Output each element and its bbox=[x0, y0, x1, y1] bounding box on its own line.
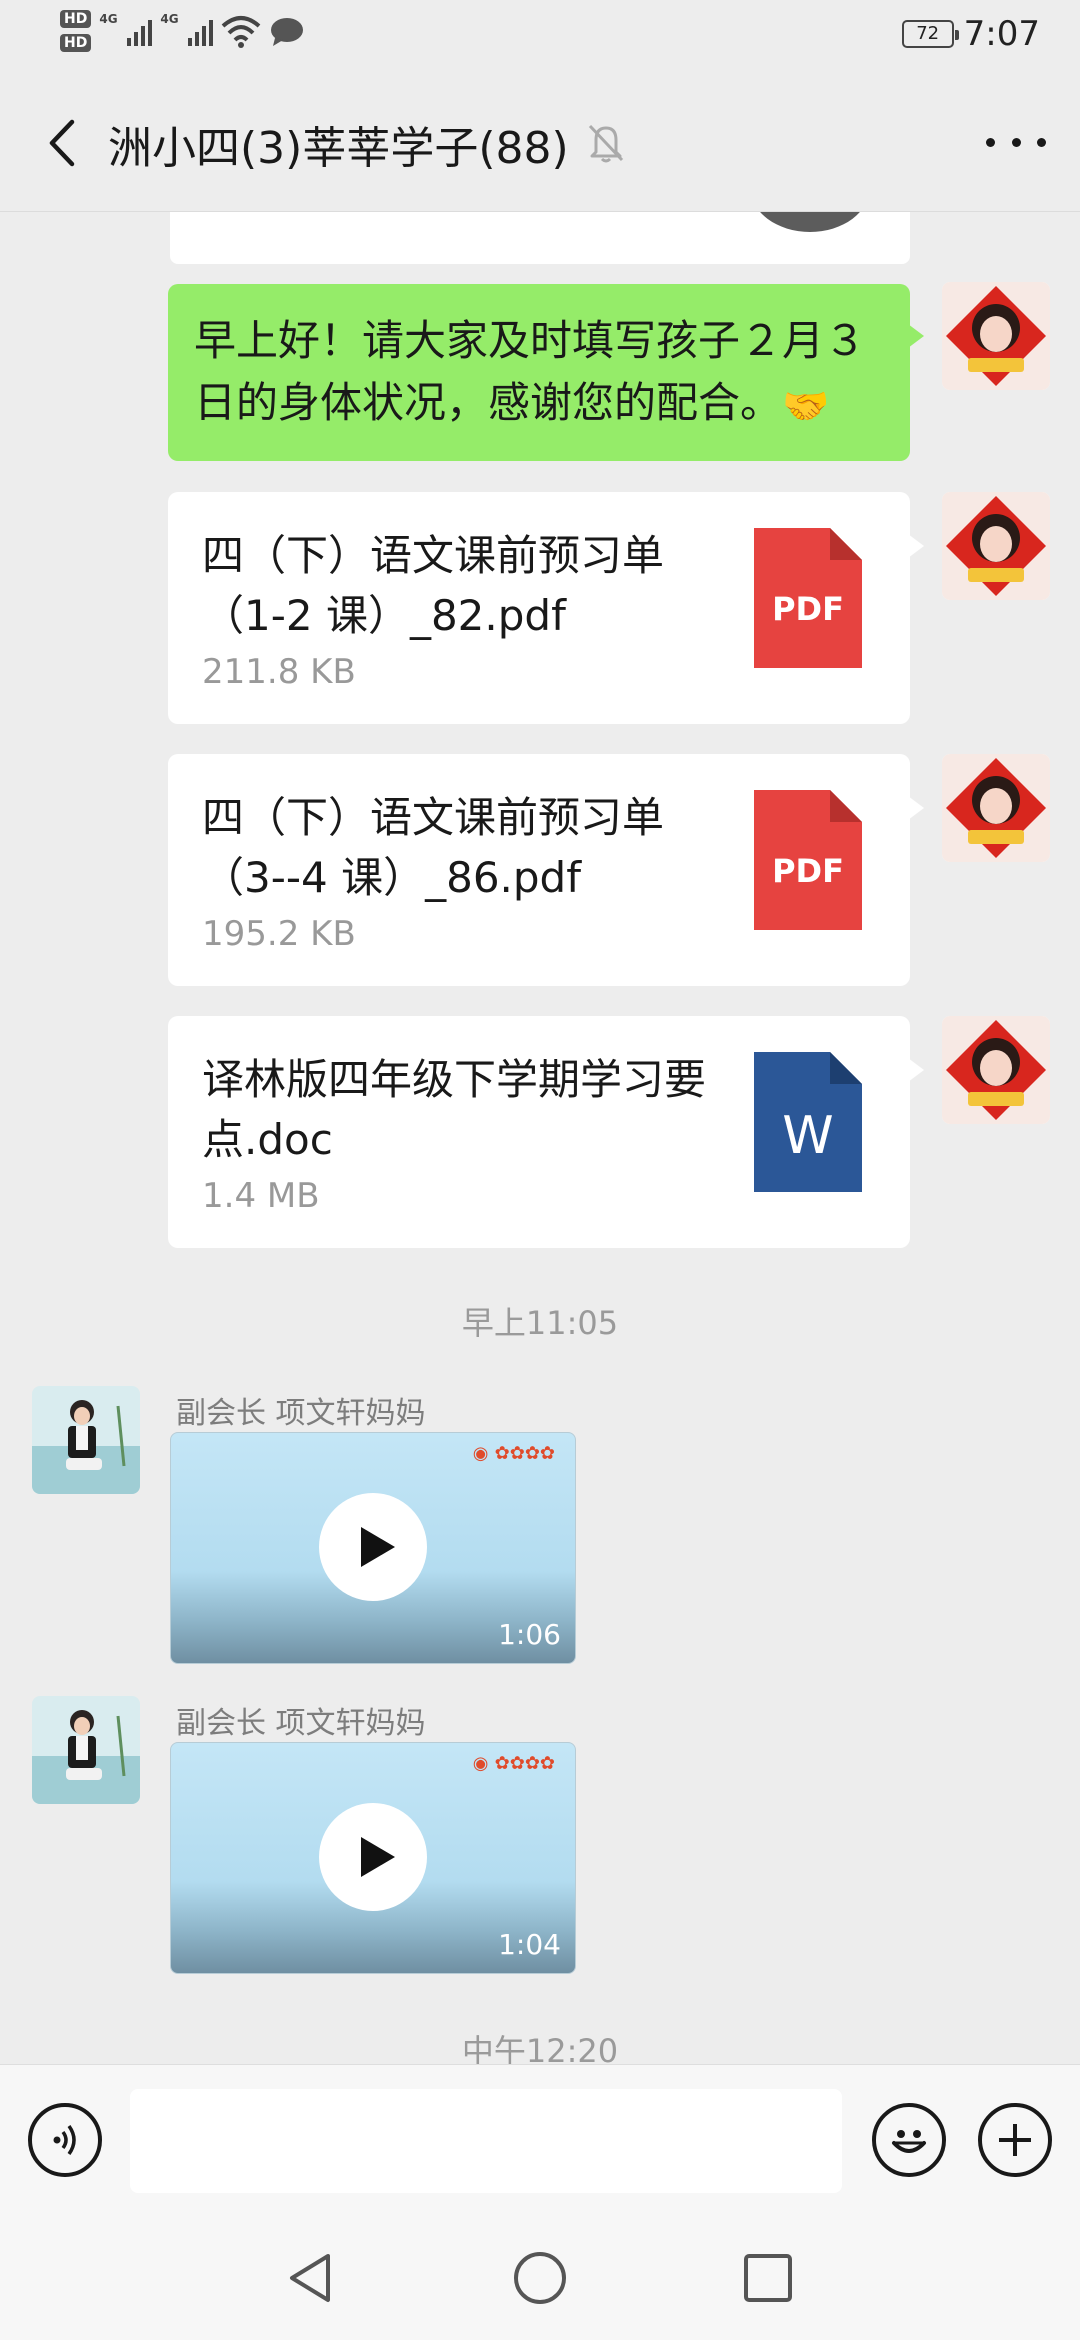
message-text: 早上好！请大家及时填写孩子２月３日的身体状况，感谢您的配合。 bbox=[194, 316, 867, 427]
chat-header: 洲小四(3)莘莘学子(88) bbox=[0, 72, 1080, 212]
avatar-image bbox=[942, 282, 1050, 390]
play-icon[interactable] bbox=[319, 1803, 427, 1911]
video-message[interactable]: ◉ ✿✿✿✿ 1:04 bbox=[170, 1742, 576, 1974]
input-bar bbox=[0, 2064, 1080, 2214]
plus-circle-icon bbox=[999, 2124, 1031, 2156]
chat-notification-icon bbox=[271, 18, 304, 46]
nav-back-icon[interactable] bbox=[280, 2248, 340, 2308]
file-type-label: PDF bbox=[772, 590, 844, 628]
file-type-label: PDF bbox=[772, 852, 844, 890]
handshake-icon: 🤝 bbox=[782, 383, 830, 428]
avatar-image bbox=[942, 492, 1050, 600]
clock: 7:07 bbox=[963, 14, 1040, 54]
partial-message-bubble[interactable] bbox=[170, 212, 910, 264]
emoji-button[interactable] bbox=[872, 2103, 946, 2177]
hd-badge-1: HD bbox=[60, 10, 92, 28]
video-brand-watermark: ◉ ✿✿✿✿ bbox=[472, 1443, 555, 1464]
avatar-image bbox=[942, 754, 1050, 862]
word-file-icon: W bbox=[754, 1052, 862, 1192]
file-name: 四（下）语文课前预习单（3--4 课）_86.pdf bbox=[202, 793, 665, 902]
system-nav-bar bbox=[0, 2214, 1080, 2340]
chat-title: 洲小四(3)莘莘学子(88) bbox=[108, 123, 569, 174]
file-size: 1.4 MB bbox=[202, 1176, 320, 1216]
avatar-image bbox=[32, 1696, 140, 1804]
video-message[interactable]: ◉ ✿✿✿✿ 1:06 bbox=[170, 1432, 576, 1664]
video-brand-watermark: ◉ ✿✿✿✿ bbox=[472, 1753, 555, 1774]
sender-name: 副会长 项文轩妈妈 bbox=[176, 1396, 426, 1431]
network-type-2: 4G bbox=[160, 12, 179, 26]
file-name: 译林版四年级下学期学习要点.doc bbox=[202, 1055, 707, 1164]
pdf-file-icon: PDF bbox=[754, 790, 862, 930]
nav-recents-icon[interactable] bbox=[738, 2248, 798, 2308]
more-options-button[interactable] bbox=[986, 122, 1046, 162]
file-type-label: W bbox=[782, 1106, 834, 1166]
chevron-left-icon bbox=[49, 119, 75, 167]
battery-indicator: 72 bbox=[901, 20, 959, 48]
voice-button[interactable] bbox=[28, 2103, 102, 2177]
network-type-1: 4G bbox=[99, 12, 118, 26]
message-timestamp: 早上11:05 bbox=[461, 1304, 619, 1342]
bell-off-icon bbox=[588, 124, 624, 163]
smiley-icon bbox=[892, 2130, 926, 2153]
text-message-bubble[interactable]: 早上好！请大家及时填写孩子２月３日的身体状况，感谢您的配合。🤝 bbox=[168, 284, 924, 461]
nav-home-icon[interactable] bbox=[510, 2248, 570, 2308]
sender-name: 副会长 项文轩妈妈 bbox=[176, 1706, 426, 1741]
voice-icon bbox=[53, 2124, 76, 2156]
message-timestamp: 中午12:20 bbox=[461, 2032, 619, 2064]
video-duration: 1:04 bbox=[498, 1928, 561, 1961]
avatar-self[interactable] bbox=[942, 1016, 1050, 1124]
avatar-sender[interactable] bbox=[32, 1696, 140, 1804]
avatar-self[interactable] bbox=[942, 754, 1050, 862]
video-duration: 1:06 bbox=[498, 1618, 561, 1651]
file-message-card[interactable]: 四（下）语文课前预习单（3--4 课）_86.pdf 195.2 KB PDF bbox=[168, 754, 924, 986]
file-message-card[interactable]: 译林版四年级下学期学习要点.doc 1.4 MB W bbox=[168, 1016, 924, 1248]
signal-icon-2: 4G bbox=[160, 10, 214, 46]
more-dots-icon bbox=[986, 137, 995, 147]
file-name: 四（下）语文课前预习单（1-2 课）_82.pdf bbox=[202, 531, 665, 640]
avatar-image bbox=[32, 1386, 140, 1494]
avatar-self[interactable] bbox=[942, 492, 1050, 600]
signal-icon-1: 4G bbox=[99, 10, 153, 46]
status-bar: HD HD 4G 4G 72 7:07 bbox=[0, 0, 1080, 72]
avatar-self[interactable] bbox=[942, 282, 1050, 390]
avatar-image bbox=[942, 1016, 1050, 1124]
file-size: 211.8 KB bbox=[202, 652, 356, 692]
back-button[interactable] bbox=[36, 116, 86, 170]
plus-button[interactable] bbox=[978, 2103, 1052, 2177]
message-list[interactable]: 早上好！请大家及时填写孩子２月３日的身体状况，感谢您的配合。🤝 四（下）语文课前… bbox=[0, 212, 1080, 2064]
message-input[interactable] bbox=[130, 2089, 842, 2193]
pdf-file-icon: PDF bbox=[754, 528, 862, 668]
hd-badge-2: HD bbox=[60, 34, 92, 52]
file-size: 195.2 KB bbox=[202, 914, 356, 954]
avatar-sender[interactable] bbox=[32, 1386, 140, 1494]
wifi-icon bbox=[222, 16, 261, 48]
file-message-card[interactable]: 四（下）语文课前预习单（1-2 课）_82.pdf 211.8 KB PDF bbox=[168, 492, 924, 724]
play-icon[interactable] bbox=[319, 1493, 427, 1601]
